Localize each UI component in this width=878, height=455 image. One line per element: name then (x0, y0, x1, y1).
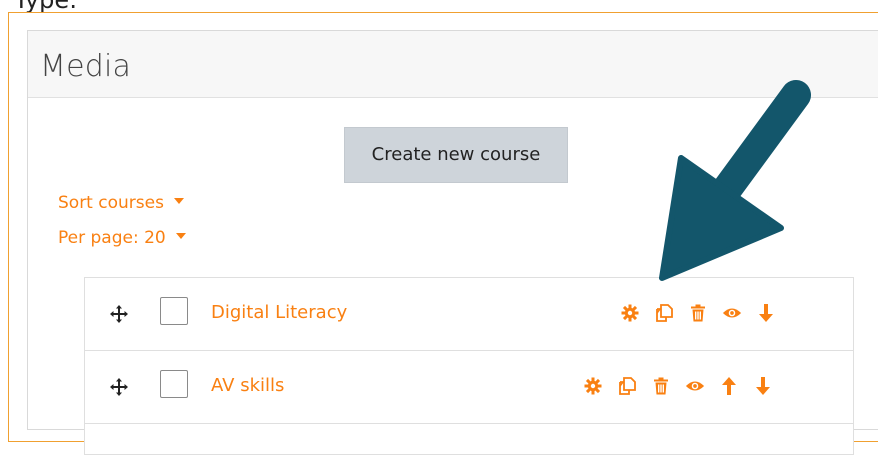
eye-icon[interactable] (685, 376, 705, 396)
page-title: Media (40, 49, 132, 84)
caret-down-icon (173, 198, 184, 204)
sort-courses-label: Sort courses (58, 193, 164, 213)
card-header: Media (28, 31, 878, 98)
per-page-dropdown[interactable]: Per page: 20 (58, 228, 186, 248)
caret-down-icon (175, 233, 186, 239)
copy-icon[interactable] (654, 303, 674, 323)
arrow-up-icon[interactable] (719, 376, 739, 396)
course-actions (620, 302, 776, 324)
trash-icon[interactable] (688, 303, 708, 323)
course-link[interactable]: Digital Literacy (211, 302, 347, 323)
category-card: Media Create new course Sort courses Per… (27, 30, 878, 455)
course-checkbox[interactable] (160, 297, 188, 325)
move-icon[interactable] (109, 304, 129, 324)
per-page-label: Per page: 20 (58, 228, 166, 248)
move-icon[interactable] (109, 377, 129, 397)
list-item: Digital Literacy (85, 278, 853, 351)
eye-icon[interactable] (722, 303, 742, 323)
trash-icon[interactable] (651, 376, 671, 396)
sort-courses-dropdown[interactable]: Sort courses (58, 193, 184, 213)
list-item (85, 424, 853, 455)
copy-icon[interactable] (617, 376, 637, 396)
course-actions (583, 375, 773, 397)
gear-icon[interactable] (620, 303, 640, 323)
create-course-button[interactable]: Create new course (344, 127, 568, 183)
arrow-down-icon[interactable] (756, 303, 776, 323)
gear-icon[interactable] (583, 376, 603, 396)
arrow-down-icon[interactable] (753, 376, 773, 396)
course-link[interactable]: AV skills (211, 375, 284, 396)
course-checkbox[interactable] (160, 370, 188, 398)
course-list: Digital Literacy AV skills (84, 277, 854, 455)
list-item: AV skills (85, 351, 853, 424)
